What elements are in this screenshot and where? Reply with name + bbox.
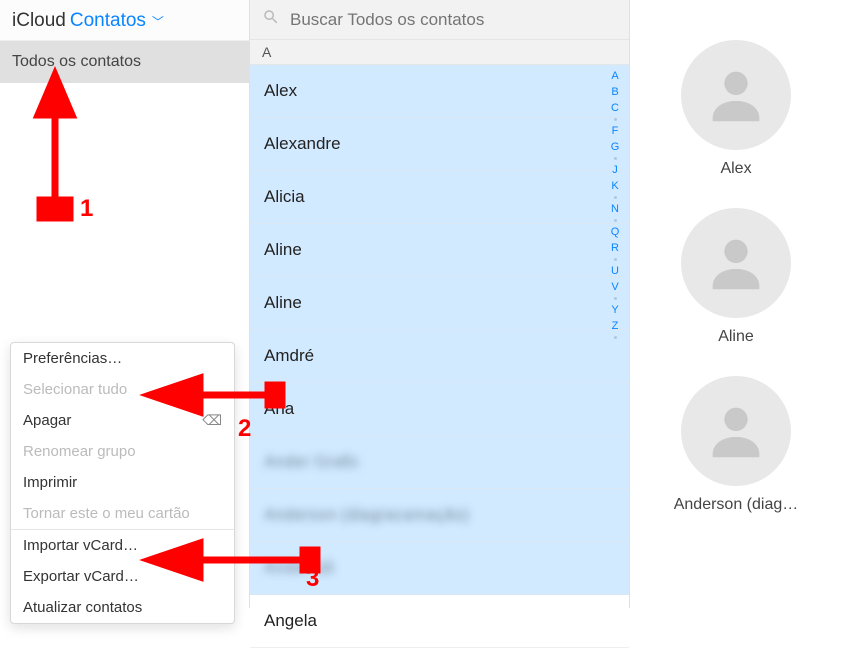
- menu-rename-group[interactable]: Renomear grupo: [11, 436, 234, 467]
- sidebar-header[interactable]: iCloud Contatos ﹀: [0, 0, 249, 41]
- annotation-number-1: 1: [80, 195, 93, 223]
- alpha-index-letter[interactable]: A: [611, 70, 618, 82]
- annotation-number-2: 2: [238, 415, 251, 443]
- alpha-index-letter[interactable]: U: [611, 265, 619, 277]
- search-icon: [262, 8, 280, 31]
- list-item[interactable]: Angela: [250, 595, 629, 648]
- alpha-index-dot: [614, 297, 617, 300]
- search-bar[interactable]: [250, 0, 629, 40]
- menu-make-my-card[interactable]: Tornar este o meu cartão: [11, 498, 234, 529]
- menu-print[interactable]: Imprimir: [11, 467, 234, 498]
- alpha-index-dot: [614, 219, 617, 222]
- menu-delete[interactable]: Apagar ⌫: [11, 405, 234, 436]
- alpha-index-letter[interactable]: R: [611, 242, 619, 254]
- card-name: Alex: [720, 160, 751, 178]
- alpha-index-letter[interactable]: F: [612, 125, 619, 137]
- annotation-number-3: 3: [306, 565, 319, 593]
- context-menu: Preferências… Selecionar tudo Apagar ⌫ R…: [10, 342, 235, 624]
- alpha-index-letter[interactable]: K: [611, 180, 618, 192]
- avatar: [681, 208, 791, 318]
- avatar: [681, 40, 791, 150]
- alpha-index-letter[interactable]: J: [612, 164, 618, 176]
- avatar: [681, 376, 791, 486]
- alpha-index-letter[interactable]: G: [611, 141, 620, 153]
- alpha-index-dot: [614, 157, 617, 160]
- list-item[interactable]: Alicia: [250, 171, 629, 224]
- detail-pane: Alex Aline Anderson (diag…: [630, 0, 842, 608]
- alpha-index-letter[interactable]: N: [611, 203, 619, 215]
- alpha-index-letter[interactable]: Q: [611, 226, 620, 238]
- alpha-index-letter[interactable]: C: [611, 102, 619, 114]
- delete-icon: ⌫: [202, 412, 222, 429]
- search-input[interactable]: [290, 10, 617, 30]
- list-item[interactable]: Alex: [250, 65, 629, 118]
- menu-import-vcard[interactable]: Importar vCard…: [11, 530, 234, 561]
- group-label: Todos os contatos: [12, 53, 141, 70]
- chevron-down-icon: ﹀: [152, 13, 164, 30]
- brand-label: iCloud: [12, 10, 66, 32]
- contact-card[interactable]: Aline: [681, 208, 791, 346]
- card-name: Aline: [718, 328, 754, 346]
- contact-card[interactable]: Anderson (diag…: [674, 376, 799, 514]
- list-item[interactable]: Ana: [250, 383, 629, 436]
- alpha-index-dot: [614, 118, 617, 121]
- list-item[interactable]: Anderson (diagracamação): [250, 489, 629, 542]
- sidebar-item-all-contacts[interactable]: Todos os contatos: [0, 41, 249, 83]
- list-item[interactable]: Ander Grafic: [250, 436, 629, 489]
- contact-list-pane: A AlexAlexandreAliciaAlineAlineAmdréAnaA…: [250, 0, 630, 608]
- list-item[interactable]: Aline: [250, 224, 629, 277]
- list-section-header: A: [250, 40, 629, 65]
- alpha-index-letter[interactable]: Z: [612, 320, 619, 332]
- list-item[interactable]: Aline: [250, 277, 629, 330]
- list-item[interactable]: Alexandre: [250, 118, 629, 171]
- alpha-index-dot: [614, 336, 617, 339]
- list-item[interactable]: Amdré: [250, 330, 629, 383]
- alpha-index[interactable]: ABCFGJKNQRUVYZ: [607, 70, 623, 339]
- contact-rows: AlexAlexandreAliciaAlineAlineAmdréAnaAnd…: [250, 65, 629, 648]
- menu-export-vcard[interactable]: Exportar vCard…: [11, 561, 234, 592]
- alpha-index-letter[interactable]: Y: [611, 304, 618, 316]
- alpha-index-letter[interactable]: V: [611, 281, 618, 293]
- alpha-index-dot: [614, 196, 617, 199]
- card-name: Anderson (diag…: [674, 496, 799, 514]
- alpha-index-letter[interactable]: B: [611, 86, 618, 98]
- section-label: Contatos: [70, 10, 146, 32]
- section-letter: A: [262, 44, 271, 60]
- menu-select-all[interactable]: Selecionar tudo: [11, 374, 234, 405]
- contact-card[interactable]: Alex: [681, 40, 791, 178]
- alpha-index-dot: [614, 258, 617, 261]
- menu-preferences[interactable]: Preferências…: [11, 343, 234, 374]
